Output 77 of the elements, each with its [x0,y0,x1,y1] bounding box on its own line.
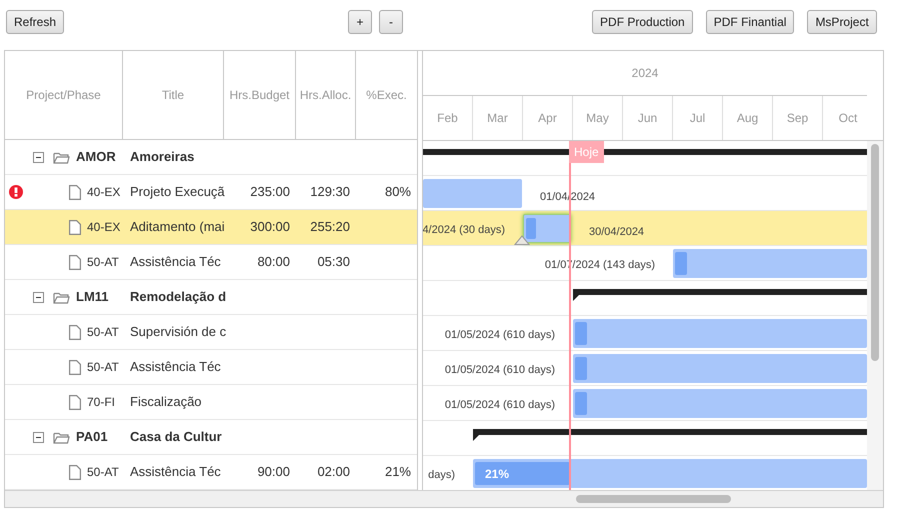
month-header: Jul [673,96,723,140]
task-bar[interactable] [573,389,867,418]
folder-icon [53,150,70,164]
file-icon [69,220,81,234]
month-header: Aug [723,96,773,140]
file-icon [69,324,81,340]
table-cell: 255:20 [310,219,350,234]
phase-code: 50-AT [87,254,119,271]
table-cell: 235:00 [250,184,290,200]
project-code: AMOR [76,148,116,166]
task-bar[interactable] [573,319,867,348]
grid-row[interactable]: 40-EX Aditamento (mai 300:00 255:20 [5,210,417,245]
file-icon [69,360,81,374]
file-icon [69,254,81,270]
title-cell: Assistência Téc [130,359,221,374]
table-cell: 90:00 [257,464,290,480]
task-bar[interactable] [423,179,522,208]
drag-handle-icon[interactable] [514,235,530,245]
table-cell: 02:00 [317,464,350,480]
year-label: 2024 [632,65,658,82]
project-code: LM11 [76,288,109,306]
month-header: Jun [623,96,673,140]
project-code: PA01 [76,428,108,446]
file-icon [69,394,81,410]
title-cell: Supervisión de c [130,324,226,340]
month-header: May [573,96,623,140]
task-bar[interactable] [573,354,867,383]
phase-code: 40-EX [87,184,120,201]
today-label: Hoje [569,141,604,163]
date-label: 01/05/2024 (610 days) [444,363,555,378]
table-cell: 80% [384,184,411,200]
month-header: Oct [838,110,858,127]
date-label: 01/05/2024 (610 days) [444,328,555,343]
export-button[interactable]: PDF Finantial [706,10,794,34]
table-cell: 80:00 [257,254,290,270]
zoom-out-button[interactable]: - [379,10,404,34]
collapse-icon[interactable] [33,432,44,442]
title-cell: Casa da Cultur [130,429,222,444]
phase-code: 70-FI [87,394,116,411]
title-cell: Remodelação d [130,289,226,304]
month-header: Apr [523,96,573,140]
phase-code: 50-AT [87,464,119,481]
file-icon [69,464,81,480]
task-bar[interactable] [523,214,571,243]
month-header: Mar [473,96,523,140]
date-label: 4/2024 (30 days) [423,223,505,238]
title-cell: Amoreiras [130,149,194,164]
collapse-icon[interactable] [33,152,44,162]
month-header: Feb [423,96,473,140]
progress-label: 21% [485,466,510,482]
date-label: days) [428,468,455,483]
title-cell: Fiscalização [130,394,202,410]
title-cell: Assistência Téc [130,254,221,270]
file-icon [69,184,81,200]
month-header: Sep [773,96,823,140]
date-label: 01/05/2024 (610 days) [444,398,555,413]
refresh-button[interactable]: Refresh [6,10,64,34]
zoom-in-button[interactable]: + [348,10,372,34]
export-button[interactable]: MsProject [807,10,877,34]
folder-icon [53,430,70,444]
folder-icon [53,290,70,304]
collapse-icon[interactable] [33,292,44,302]
vertical-scrollbar[interactable] [867,141,883,490]
date-label: 30/04/2024 [589,225,644,240]
task-bar[interactable] [673,249,867,278]
export-button[interactable]: PDF Production [592,10,693,34]
table-cell: 21% [384,464,411,480]
phase-code: 40-EX [87,219,120,236]
title-cell: Aditamento (mai [130,219,225,234]
title-cell: Assistência Téc [130,464,221,480]
title-cell: Projeto Execuçã [130,184,225,200]
table-cell: 05:30 [317,254,350,270]
table-cell: 300:00 [250,219,290,234]
phase-code: 50-AT [87,324,119,341]
table-cell: 129:30 [310,184,350,200]
phase-code: 50-AT [87,359,119,376]
horizontal-scrollbar[interactable] [5,490,883,507]
